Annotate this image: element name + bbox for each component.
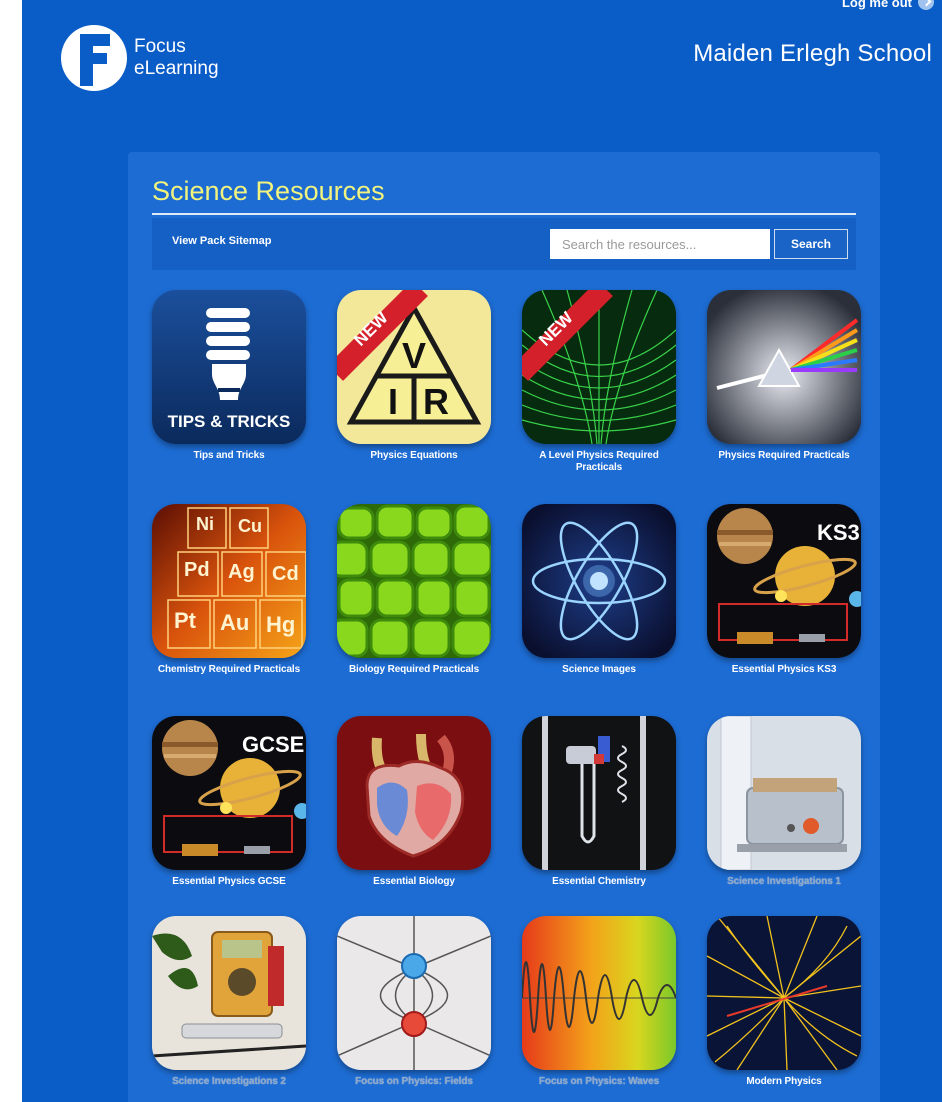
tile-focus-physics-fields[interactable]: Focus on Physics: Fields (334, 916, 494, 1088)
tile-label[interactable]: A Level Physics Required Practicals (519, 450, 679, 474)
element-ag: Ag (228, 561, 255, 583)
tile-label[interactable]: Biology Required Practicals (334, 664, 494, 676)
element-cu: Cu (238, 516, 262, 536)
tile-label[interactable]: Essential Chemistry (519, 876, 679, 888)
tile-essential-physics-gcse[interactable]: GCSE Essential Physics GCSE (149, 716, 309, 888)
tile-label[interactable]: Focus on Physics: Waves (519, 1076, 679, 1088)
tile-label[interactable]: Essential Biology (334, 876, 494, 888)
element-pt: Pt (174, 608, 197, 633)
tile-label[interactable]: Modern Physics (704, 1076, 864, 1088)
focus-elearning-logo[interactable]: Focus eLearning (60, 22, 219, 94)
tile-a-level-physics[interactable]: NEW A Level Physics Required Practicals (519, 290, 679, 474)
element-cd: Cd (272, 563, 299, 585)
tile-science-investigations-2[interactable]: Science Investigations 2 (149, 916, 309, 1088)
prism-icon[interactable] (707, 290, 861, 444)
tile-focus-physics-waves[interactable]: Focus on Physics: Waves (519, 916, 679, 1088)
tile-biology-required-practicals[interactable]: Biology Required Practicals (334, 504, 494, 676)
tile-physics-required-practicals[interactable]: Physics Required Practicals (704, 290, 864, 462)
page: Log me out Focus eLearning Maiden Erlegh… (22, 0, 942, 1102)
focus-logo-icon (61, 25, 127, 91)
search-button[interactable]: Search (774, 229, 848, 259)
tile-label[interactable]: Focus on Physics: Fields (334, 1076, 494, 1088)
logout-label[interactable]: Log me out (842, 0, 912, 10)
search-input[interactable] (550, 229, 770, 259)
tips-tricks-badge: TIPS & TRICKS (168, 412, 291, 431)
multimeter-icon[interactable] (152, 916, 306, 1070)
tile-label[interactable]: Science Investigations 1 (704, 876, 864, 888)
tile-physics-equations[interactable]: V I R NEW Physics Equations (334, 290, 494, 462)
tile-label[interactable]: Science Investigations 2 (149, 1076, 309, 1088)
logo-line2: eLearning (134, 58, 219, 79)
gcse-badge: GCSE (242, 732, 304, 757)
field-lines-icon[interactable] (337, 916, 491, 1070)
logout-arrow-icon[interactable] (918, 0, 934, 10)
cells-icon[interactable] (337, 504, 491, 658)
ks3-badge: KS3 (817, 520, 860, 545)
periodic-table-icon[interactable]: Ni Cu Pd Ag Cd Pt Au Hg (152, 504, 306, 658)
atom-icon[interactable] (522, 504, 676, 658)
tile-essential-chemistry[interactable]: Essential Chemistry (519, 716, 679, 888)
resources-panel: Science Resources View Pack Sitemap Sear… (128, 152, 880, 1102)
tile-label[interactable]: Essential Physics GCSE (149, 876, 309, 888)
title-divider (152, 213, 856, 215)
tile-label[interactable]: Physics Equations (334, 450, 494, 462)
tile-essential-physics-ks3[interactable]: KS3 Essential Physics KS3 (704, 504, 864, 676)
lab-apparatus-icon[interactable] (522, 716, 676, 870)
view-pack-sitemap-link[interactable]: View Pack Sitemap (172, 235, 271, 247)
planets-ks3-icon[interactable]: KS3 (707, 504, 861, 658)
tile-label[interactable]: Physics Required Practicals (704, 450, 864, 462)
v-letter: V (402, 335, 426, 376)
green-grid-icon[interactable]: NEW (522, 290, 676, 444)
tile-essential-biology[interactable]: Essential Biology (334, 716, 494, 888)
tile-chemistry-required-practicals[interactable]: Ni Cu Pd Ag Cd Pt Au Hg Chemistry Requir… (149, 504, 309, 676)
wave-icon[interactable] (522, 916, 676, 1070)
i-letter: I (388, 381, 398, 422)
tile-modern-physics[interactable]: Modern Physics (704, 916, 864, 1088)
logo-line1: Focus (134, 36, 186, 57)
element-ni: Ni (196, 514, 214, 534)
panel-title: Science Resources (152, 176, 385, 206)
element-pd: Pd (184, 559, 210, 581)
particle-tracks-icon[interactable] (707, 916, 861, 1070)
lightbulb-icon[interactable]: TIPS & TRICKS (152, 290, 306, 444)
element-au: Au (220, 610, 249, 635)
vir-triangle-icon[interactable]: V I R NEW (337, 290, 491, 444)
tile-label[interactable]: Essential Physics KS3 (704, 664, 864, 676)
tile-science-investigations-1[interactable]: Science Investigations 1 (704, 716, 864, 888)
element-hg: Hg (266, 612, 295, 637)
school-name: Maiden Erlegh School (693, 40, 932, 67)
r-letter: R (423, 381, 449, 422)
tile-label[interactable]: Science Images (519, 664, 679, 676)
water-bath-icon[interactable] (707, 716, 861, 870)
tile-tips-and-tricks[interactable]: TIPS & TRICKS Tips and Tricks (149, 290, 309, 462)
logo-text: Focus eLearning (134, 36, 219, 80)
tile-label[interactable]: Tips and Tricks (149, 450, 309, 462)
tile-science-images[interactable]: Science Images (519, 504, 679, 676)
tile-label[interactable]: Chemistry Required Practicals (149, 664, 309, 676)
heart-icon[interactable] (337, 716, 491, 870)
planets-gcse-icon[interactable]: GCSE (152, 716, 306, 870)
toolbar: View Pack Sitemap Search (152, 218, 856, 270)
logout-link[interactable]: Log me out (842, 0, 934, 10)
